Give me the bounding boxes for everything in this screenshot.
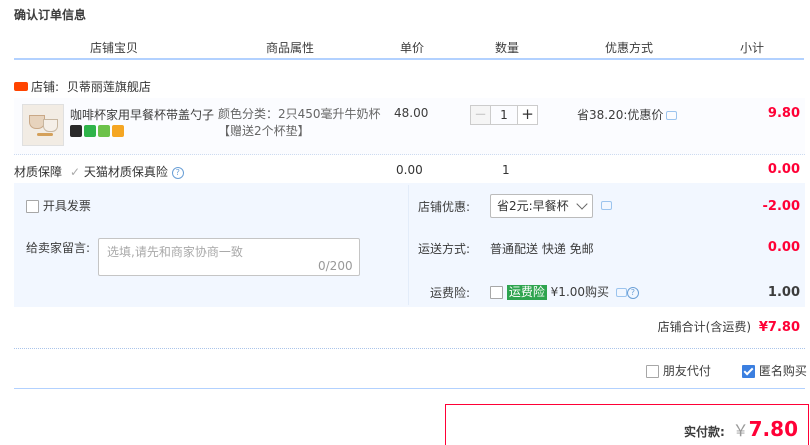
quantity-stepper: −1 + xyxy=(470,105,538,125)
promo-label: 省38.20:优惠价 xyxy=(577,108,664,122)
product-thumbnail[interactable] xyxy=(22,104,64,146)
shop-discount-select[interactable]: 省2元:早餐杯 xyxy=(490,194,593,218)
friend-pay-option[interactable]: 朋友代付 xyxy=(646,362,711,379)
column-header-attributes: 商品属性 xyxy=(266,41,315,55)
unit-price: 48.00 xyxy=(394,106,429,120)
invoice-option[interactable]: 开具发票 xyxy=(26,197,91,214)
anonymous-label: 匿名购买 xyxy=(758,364,807,378)
shop-discount-value: 省2元:早餐杯 xyxy=(497,199,569,213)
header-divider xyxy=(14,58,804,60)
panel-separator xyxy=(408,185,409,305)
shipping-amount: 0.00 xyxy=(767,240,800,255)
card-pay-icon[interactable] xyxy=(112,125,124,137)
freight-insurance-amount: 1.00 xyxy=(767,285,800,300)
shop-label: 店铺: xyxy=(31,80,60,94)
freight-insurance-price: ¥1.00购买 xyxy=(550,285,610,299)
seven-day-return-icon[interactable] xyxy=(84,125,96,137)
tmall-badge-icon xyxy=(14,82,28,91)
payment-amount: 7.80 xyxy=(748,417,798,441)
insurance-option-label: 天猫材质保真险 xyxy=(83,165,168,179)
currency-symbol: ￥ xyxy=(732,421,749,440)
shop-row: 店铺: 贝蒂丽莲旗舰店 xyxy=(14,78,151,95)
column-header-discount: 优惠方式 xyxy=(605,41,654,55)
options-divider xyxy=(14,388,805,389)
message-icon[interactable] xyxy=(666,111,678,120)
page-title: 确认订单信息 xyxy=(14,8,87,22)
shop-total-label: 店铺合计(含运费) xyxy=(657,320,752,334)
payment-total: 实付款: ￥7.80 xyxy=(684,417,798,441)
shop-discount-label: 店铺优惠: xyxy=(418,200,471,214)
tmall-cat-icon[interactable] xyxy=(70,125,82,137)
increase-button[interactable]: + xyxy=(517,105,538,125)
shop-total-amount: ¥7.80 xyxy=(758,320,800,335)
help-icon[interactable]: ? xyxy=(626,286,639,299)
insurance-subtotal: 0.00 xyxy=(767,162,800,177)
service-icons xyxy=(70,125,126,139)
insurance-price: 0.00 xyxy=(396,163,423,177)
insurance-quantity: 1 xyxy=(502,163,510,177)
item-subtotal: 9.80 xyxy=(767,106,800,121)
shop-discount-amount: -2.00 xyxy=(762,199,800,214)
help-icon[interactable]: ? xyxy=(171,166,184,179)
message-label: 给卖家留言: xyxy=(26,241,91,255)
column-header-subtotal: 小计 xyxy=(740,41,765,55)
friend-pay-checkbox[interactable] xyxy=(646,365,659,378)
column-header-shop-item: 店铺宝贝 xyxy=(90,41,139,55)
promo-text: 省38.20:优惠价 xyxy=(577,106,678,123)
total-divider xyxy=(14,348,805,349)
message-placeholder: 选填,请先和商家协商一致 xyxy=(107,245,243,259)
freight-insurance-label: 运费险: xyxy=(430,286,471,300)
message-icon[interactable] xyxy=(615,288,627,297)
freight-insurance-checkbox[interactable] xyxy=(490,286,503,299)
column-header-unit-price: 单价 xyxy=(400,41,425,55)
shipping-method: 普通配送 快递 免邮 xyxy=(490,242,594,256)
payment-label: 实付款: xyxy=(683,425,725,439)
shop-name-link[interactable]: 贝蒂丽莲旗舰店 xyxy=(67,80,151,94)
column-header-quantity: 数量 xyxy=(495,41,520,55)
product-title-link[interactable]: 咖啡杯家用早餐杯带盖勺子 xyxy=(70,106,214,123)
freight-insurance-tag: 运费险 xyxy=(506,285,547,300)
chevron-down-icon xyxy=(576,198,588,210)
quantity-input[interactable]: 1 xyxy=(491,105,517,125)
shop-total: 店铺合计(含运费) ¥7.80 xyxy=(658,318,800,335)
insurance-option: ✓ 天猫材质保真险 ? xyxy=(70,163,184,180)
product-spec: 颜色分类：2只450毫升牛奶杯【赠送2个杯垫】 xyxy=(218,107,381,138)
anonymous-checkbox[interactable] xyxy=(742,365,755,378)
insurance-label: 材质保障 xyxy=(14,165,63,179)
discount-message-icon[interactable] xyxy=(598,198,612,212)
message-counter: 0/200 xyxy=(318,259,353,273)
friend-pay-label: 朋友代付 xyxy=(662,364,711,378)
shipping-label: 运送方式: xyxy=(418,242,471,256)
invoice-label: 开具发票 xyxy=(42,199,91,213)
freight-insurance-option[interactable]: 运费险 ¥1.00购买 ? xyxy=(490,283,639,300)
anonymous-option[interactable]: 匿名购买 xyxy=(742,362,807,379)
invoice-checkbox[interactable] xyxy=(26,200,39,213)
check-mark-icon: ✓ xyxy=(70,165,81,179)
decrease-button[interactable]: − xyxy=(470,105,491,125)
guarantee-icon[interactable] xyxy=(98,125,110,137)
